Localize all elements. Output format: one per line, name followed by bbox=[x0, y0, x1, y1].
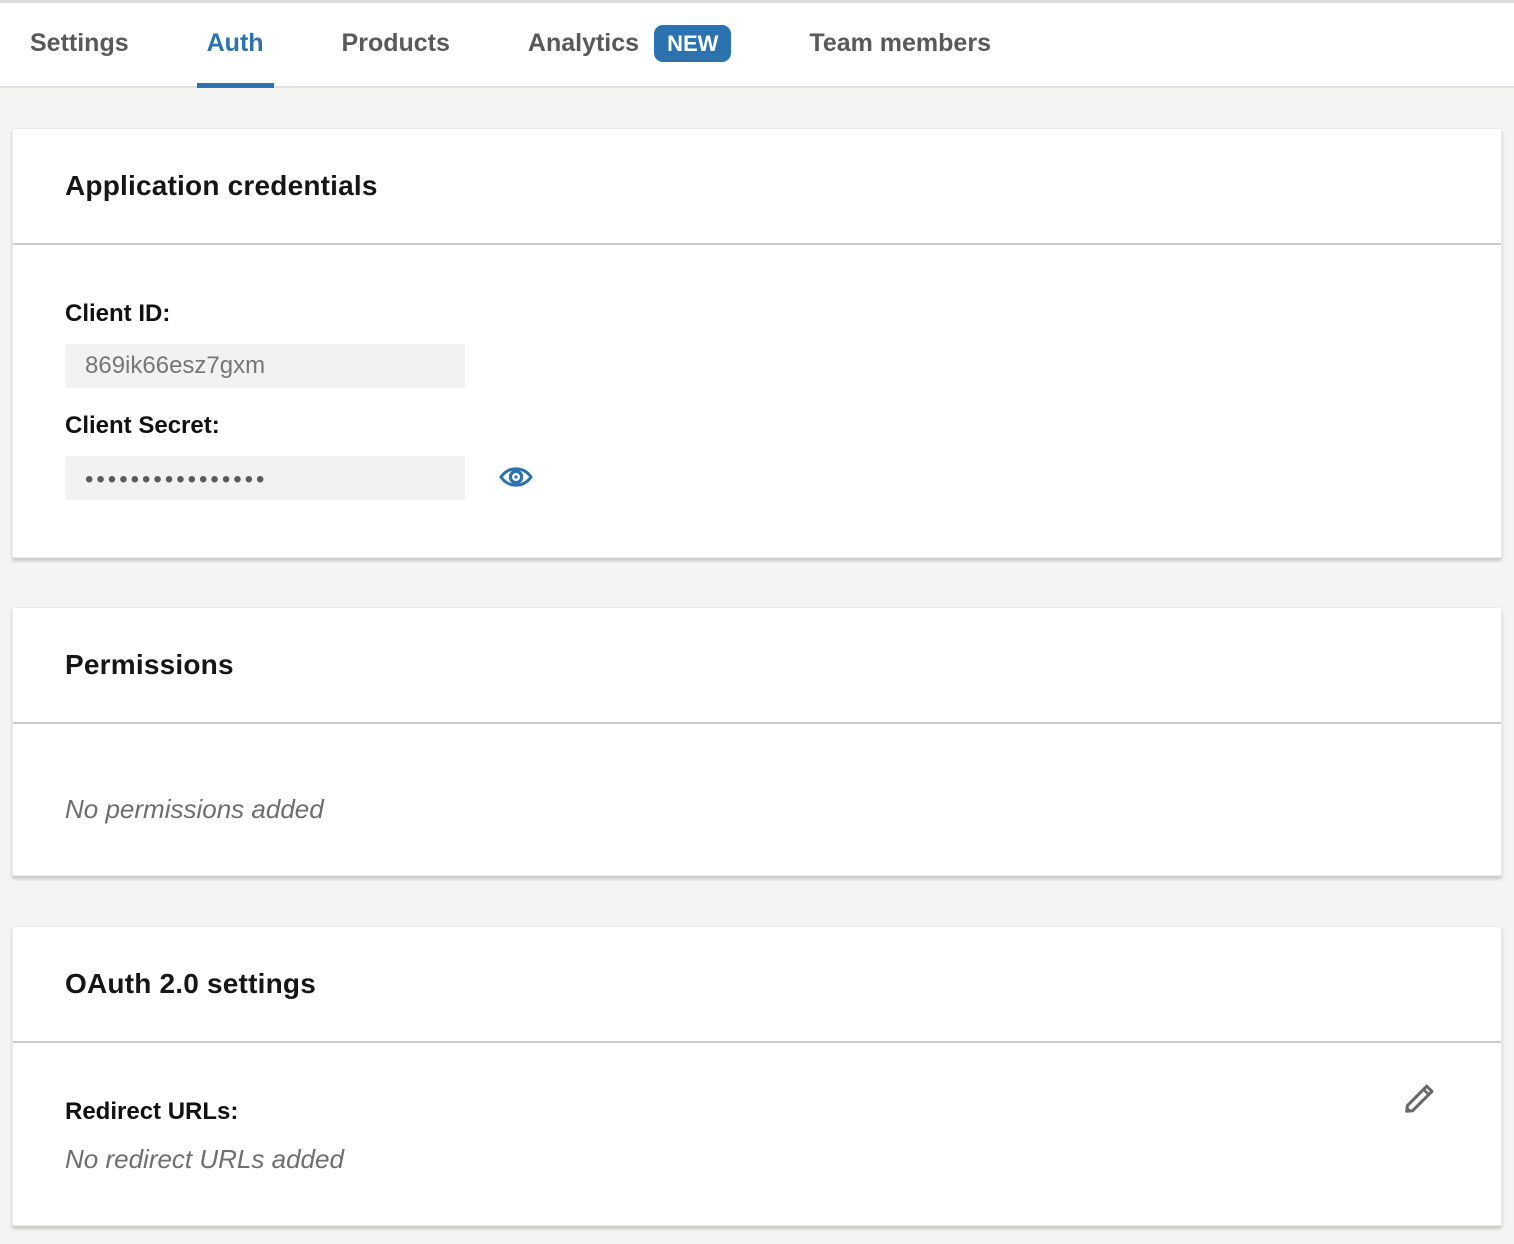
redirect-urls-empty-text: No redirect URLs added bbox=[65, 1144, 1449, 1175]
tab-team-members-label: Team members bbox=[809, 29, 991, 58]
tab-settings[interactable]: Settings bbox=[20, 3, 139, 88]
tab-team-members[interactable]: Team members bbox=[799, 3, 1001, 88]
oauth-settings-card: OAuth 2.0 settings Redirect URLs: No red… bbox=[12, 926, 1502, 1226]
permissions-card: Permissions No permissions added bbox=[12, 607, 1502, 876]
show-secret-button[interactable] bbox=[499, 462, 533, 495]
oauth-settings-header: OAuth 2.0 settings bbox=[13, 927, 1501, 1043]
pencil-icon bbox=[1398, 1078, 1440, 1123]
tab-auth[interactable]: Auth bbox=[197, 3, 274, 88]
tab-analytics-label: Analytics bbox=[528, 29, 639, 58]
tab-products-label: Products bbox=[342, 29, 450, 58]
permissions-header: Permissions bbox=[13, 608, 1501, 724]
eye-icon bbox=[499, 462, 533, 495]
tab-auth-label: Auth bbox=[207, 29, 264, 58]
client-secret-field-group: Client Secret: bbox=[65, 412, 1449, 500]
tab-products[interactable]: Products bbox=[332, 3, 460, 88]
permissions-body: No permissions added bbox=[13, 724, 1501, 875]
permissions-empty-text: No permissions added bbox=[65, 794, 1449, 825]
edit-redirect-urls-button[interactable] bbox=[1397, 1078, 1441, 1122]
application-credentials-body: Client ID: Client Secret: bbox=[13, 245, 1501, 557]
client-secret-row bbox=[65, 456, 1449, 500]
client-id-label: Client ID: bbox=[65, 300, 1449, 328]
new-badge: NEW bbox=[654, 25, 731, 62]
client-secret-label: Client Secret: bbox=[65, 412, 1449, 440]
tab-analytics[interactable]: Analytics NEW bbox=[518, 3, 742, 88]
redirect-urls-label: Redirect URLs: bbox=[65, 1098, 1449, 1126]
oauth-settings-title: OAuth 2.0 settings bbox=[65, 968, 316, 1000]
application-credentials-card: Application credentials Client ID: Clien… bbox=[12, 128, 1502, 558]
client-secret-input[interactable] bbox=[65, 456, 465, 500]
client-id-field-group: Client ID: bbox=[65, 300, 1449, 388]
application-credentials-header: Application credentials bbox=[13, 129, 1501, 245]
oauth-settings-body: Redirect URLs: No redirect URLs added bbox=[13, 1043, 1501, 1225]
tab-bar: Settings Auth Products Analytics NEW Tea… bbox=[0, 0, 1514, 88]
application-credentials-title: Application credentials bbox=[65, 170, 378, 202]
client-id-input[interactable] bbox=[65, 344, 465, 388]
tab-settings-label: Settings bbox=[30, 29, 129, 58]
permissions-title: Permissions bbox=[65, 649, 234, 681]
